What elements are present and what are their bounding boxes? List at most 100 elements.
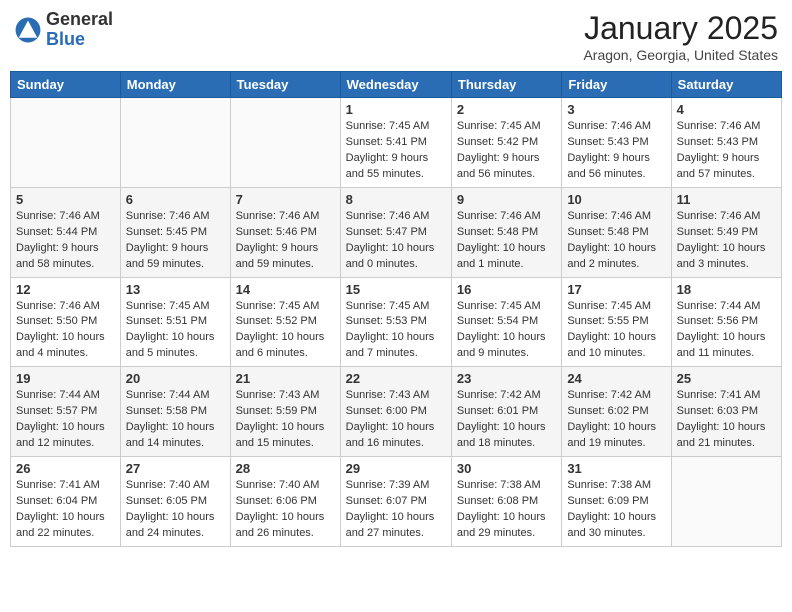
day-number: 9 [457, 192, 556, 207]
calendar-cell: 24 Sunrise: 7:42 AM Sunset: 6:02 PM Dayli… [562, 367, 671, 457]
day-number: 22 [346, 371, 446, 386]
day-number: 26 [16, 461, 115, 476]
day-info: Sunrise: 7:45 AM Sunset: 5:51 PM Dayligh… [126, 299, 225, 363]
day-info: Sunrise: 7:45 AM Sunset: 5:55 PM Dayligh… [567, 299, 665, 363]
day-info: Sunrise: 7:46 AM Sunset: 5:43 PM Dayligh… [677, 119, 776, 183]
calendar-cell: 2 Sunrise: 7:45 AM Sunset: 5:42 PM Daylig… [451, 98, 561, 188]
calendar-cell: 22 Sunrise: 7:43 AM Sunset: 6:00 PM Dayli… [340, 367, 451, 457]
calendar-cell: 3 Sunrise: 7:46 AM Sunset: 5:43 PM Daylig… [562, 98, 671, 188]
title-block: January 2025 Aragon, Georgia, United Sta… [583, 10, 778, 63]
day-number: 28 [236, 461, 335, 476]
calendar-cell: 30Sunrise: 7:38 AM Sunset: 6:08 PM Dayli… [451, 457, 561, 547]
calendar-cell: 27Sunrise: 7:40 AM Sunset: 6:05 PM Dayli… [120, 457, 230, 547]
calendar-cell: 14Sunrise: 7:45 AM Sunset: 5:52 PM Dayli… [230, 277, 340, 367]
calendar-cell [671, 457, 781, 547]
day-number: 25 [677, 371, 776, 386]
day-info: Sunrise: 7:45 AM Sunset: 5:54 PM Dayligh… [457, 299, 556, 363]
week-row-1: 1Sunrise: 7:45 AM Sunset: 5:41 PM Daylig… [11, 98, 782, 188]
calendar-cell: 16Sunrise: 7:45 AM Sunset: 5:54 PM Dayli… [451, 277, 561, 367]
calendar-cell: 26 Sunrise: 7:41 AM Sunset: 6:04 PM Dayli… [11, 457, 121, 547]
location-subtitle: Aragon, Georgia, United States [583, 47, 778, 63]
day-info: Sunrise: 7:41 AM Sunset: 6:04 PM Dayligh… [16, 478, 115, 542]
day-info: Sunrise: 7:46 AM Sunset: 5:47 PM Dayligh… [346, 209, 446, 273]
day-info: Sunrise: 7:46 AM Sunset: 5:46 PM Dayligh… [236, 209, 335, 273]
day-number: 31 [567, 461, 665, 476]
day-number: 2 [457, 102, 556, 117]
weekday-header-row: SundayMondayTuesdayWednesdayThursdayFrid… [11, 72, 782, 98]
calendar-cell: 20 Sunrise: 7:44 AM Sunset: 5:58 PM Dayli… [120, 367, 230, 457]
calendar-cell: 15 Sunrise: 7:45 AM Sunset: 5:53 PM Dayli… [340, 277, 451, 367]
week-row-4: 19 Sunrise: 7:44 AM Sunset: 5:57 PM Dayli… [11, 367, 782, 457]
day-number: 7 [236, 192, 335, 207]
weekday-header-sunday: Sunday [11, 72, 121, 98]
day-info: Sunrise: 7:41 AM Sunset: 6:03 PM Dayligh… [677, 388, 776, 452]
day-number: 12 [16, 282, 115, 297]
day-number: 10 [567, 192, 665, 207]
day-info: Sunrise: 7:46 AM Sunset: 5:43 PM Dayligh… [567, 119, 665, 183]
day-info: Sunrise: 7:45 AM Sunset: 5:53 PM Dayligh… [346, 299, 446, 363]
day-number: 21 [236, 371, 335, 386]
weekday-header-tuesday: Tuesday [230, 72, 340, 98]
day-number: 4 [677, 102, 776, 117]
day-number: 17 [567, 282, 665, 297]
calendar-cell [11, 98, 121, 188]
logo: General Blue [14, 10, 113, 50]
calendar-cell: 12 Sunrise: 7:46 AM Sunset: 5:50 PM Dayli… [11, 277, 121, 367]
calendar-cell: 8 Sunrise: 7:46 AM Sunset: 5:47 PM Daylig… [340, 187, 451, 277]
calendar-cell: 7 Sunrise: 7:46 AM Sunset: 5:46 PM Daylig… [230, 187, 340, 277]
day-info: Sunrise: 7:44 AM Sunset: 5:57 PM Dayligh… [16, 388, 115, 452]
day-info: Sunrise: 7:46 AM Sunset: 5:48 PM Dayligh… [457, 209, 556, 273]
day-info: Sunrise: 7:45 AM Sunset: 5:42 PM Dayligh… [457, 119, 556, 183]
week-row-5: 26 Sunrise: 7:41 AM Sunset: 6:04 PM Dayli… [11, 457, 782, 547]
day-info: Sunrise: 7:46 AM Sunset: 5:50 PM Dayligh… [16, 299, 115, 363]
day-info: Sunrise: 7:40 AM Sunset: 6:06 PM Dayligh… [236, 478, 335, 542]
day-number: 14 [236, 282, 335, 297]
calendar-cell: 31 Sunrise: 7:38 AM Sunset: 6:09 PM Dayli… [562, 457, 671, 547]
calendar-cell: 1Sunrise: 7:45 AM Sunset: 5:41 PM Daylig… [340, 98, 451, 188]
calendar-cell: 9 Sunrise: 7:46 AM Sunset: 5:48 PM Daylig… [451, 187, 561, 277]
logo-icon [14, 16, 42, 44]
weekday-header-monday: Monday [120, 72, 230, 98]
day-number: 3 [567, 102, 665, 117]
calendar-cell: 11 Sunrise: 7:46 AM Sunset: 5:49 PM Dayli… [671, 187, 781, 277]
logo-general: General [46, 9, 113, 29]
day-info: Sunrise: 7:42 AM Sunset: 6:02 PM Dayligh… [567, 388, 665, 452]
calendar-cell: 18 Sunrise: 7:44 AM Sunset: 5:56 PM Dayli… [671, 277, 781, 367]
day-number: 19 [16, 371, 115, 386]
calendar-cell: 23Sunrise: 7:42 AM Sunset: 6:01 PM Dayli… [451, 367, 561, 457]
calendar-cell: 17 Sunrise: 7:45 AM Sunset: 5:55 PM Dayli… [562, 277, 671, 367]
day-number: 11 [677, 192, 776, 207]
calendar-cell: 29Sunrise: 7:39 AM Sunset: 6:07 PM Dayli… [340, 457, 451, 547]
day-info: Sunrise: 7:43 AM Sunset: 6:00 PM Dayligh… [346, 388, 446, 452]
weekday-header-wednesday: Wednesday [340, 72, 451, 98]
day-info: Sunrise: 7:46 AM Sunset: 5:44 PM Dayligh… [16, 209, 115, 273]
day-number: 15 [346, 282, 446, 297]
month-title: January 2025 [583, 10, 778, 47]
calendar-cell: 21 Sunrise: 7:43 AM Sunset: 5:59 PM Dayli… [230, 367, 340, 457]
header: General Blue January 2025 Aragon, Georgi… [10, 10, 782, 63]
logo-text: General Blue [46, 10, 113, 50]
day-number: 1 [346, 102, 446, 117]
calendar-cell [120, 98, 230, 188]
day-info: Sunrise: 7:44 AM Sunset: 5:58 PM Dayligh… [126, 388, 225, 452]
day-number: 20 [126, 371, 225, 386]
day-number: 27 [126, 461, 225, 476]
week-row-3: 12 Sunrise: 7:46 AM Sunset: 5:50 PM Dayli… [11, 277, 782, 367]
calendar-cell: 25 Sunrise: 7:41 AM Sunset: 6:03 PM Dayli… [671, 367, 781, 457]
day-info: Sunrise: 7:43 AM Sunset: 5:59 PM Dayligh… [236, 388, 335, 452]
day-number: 8 [346, 192, 446, 207]
calendar-cell: 6 Sunrise: 7:46 AM Sunset: 5:45 PM Daylig… [120, 187, 230, 277]
day-number: 6 [126, 192, 225, 207]
weekday-header-saturday: Saturday [671, 72, 781, 98]
day-number: 13 [126, 282, 225, 297]
day-number: 24 [567, 371, 665, 386]
day-info: Sunrise: 7:44 AM Sunset: 5:56 PM Dayligh… [677, 299, 776, 363]
calendar-cell: 5Sunrise: 7:46 AM Sunset: 5:44 PM Daylig… [11, 187, 121, 277]
day-number: 18 [677, 282, 776, 297]
calendar-cell [230, 98, 340, 188]
day-info: Sunrise: 7:46 AM Sunset: 5:49 PM Dayligh… [677, 209, 776, 273]
day-info: Sunrise: 7:46 AM Sunset: 5:45 PM Dayligh… [126, 209, 225, 273]
day-number: 29 [346, 461, 446, 476]
day-number: 23 [457, 371, 556, 386]
day-info: Sunrise: 7:38 AM Sunset: 6:09 PM Dayligh… [567, 478, 665, 542]
